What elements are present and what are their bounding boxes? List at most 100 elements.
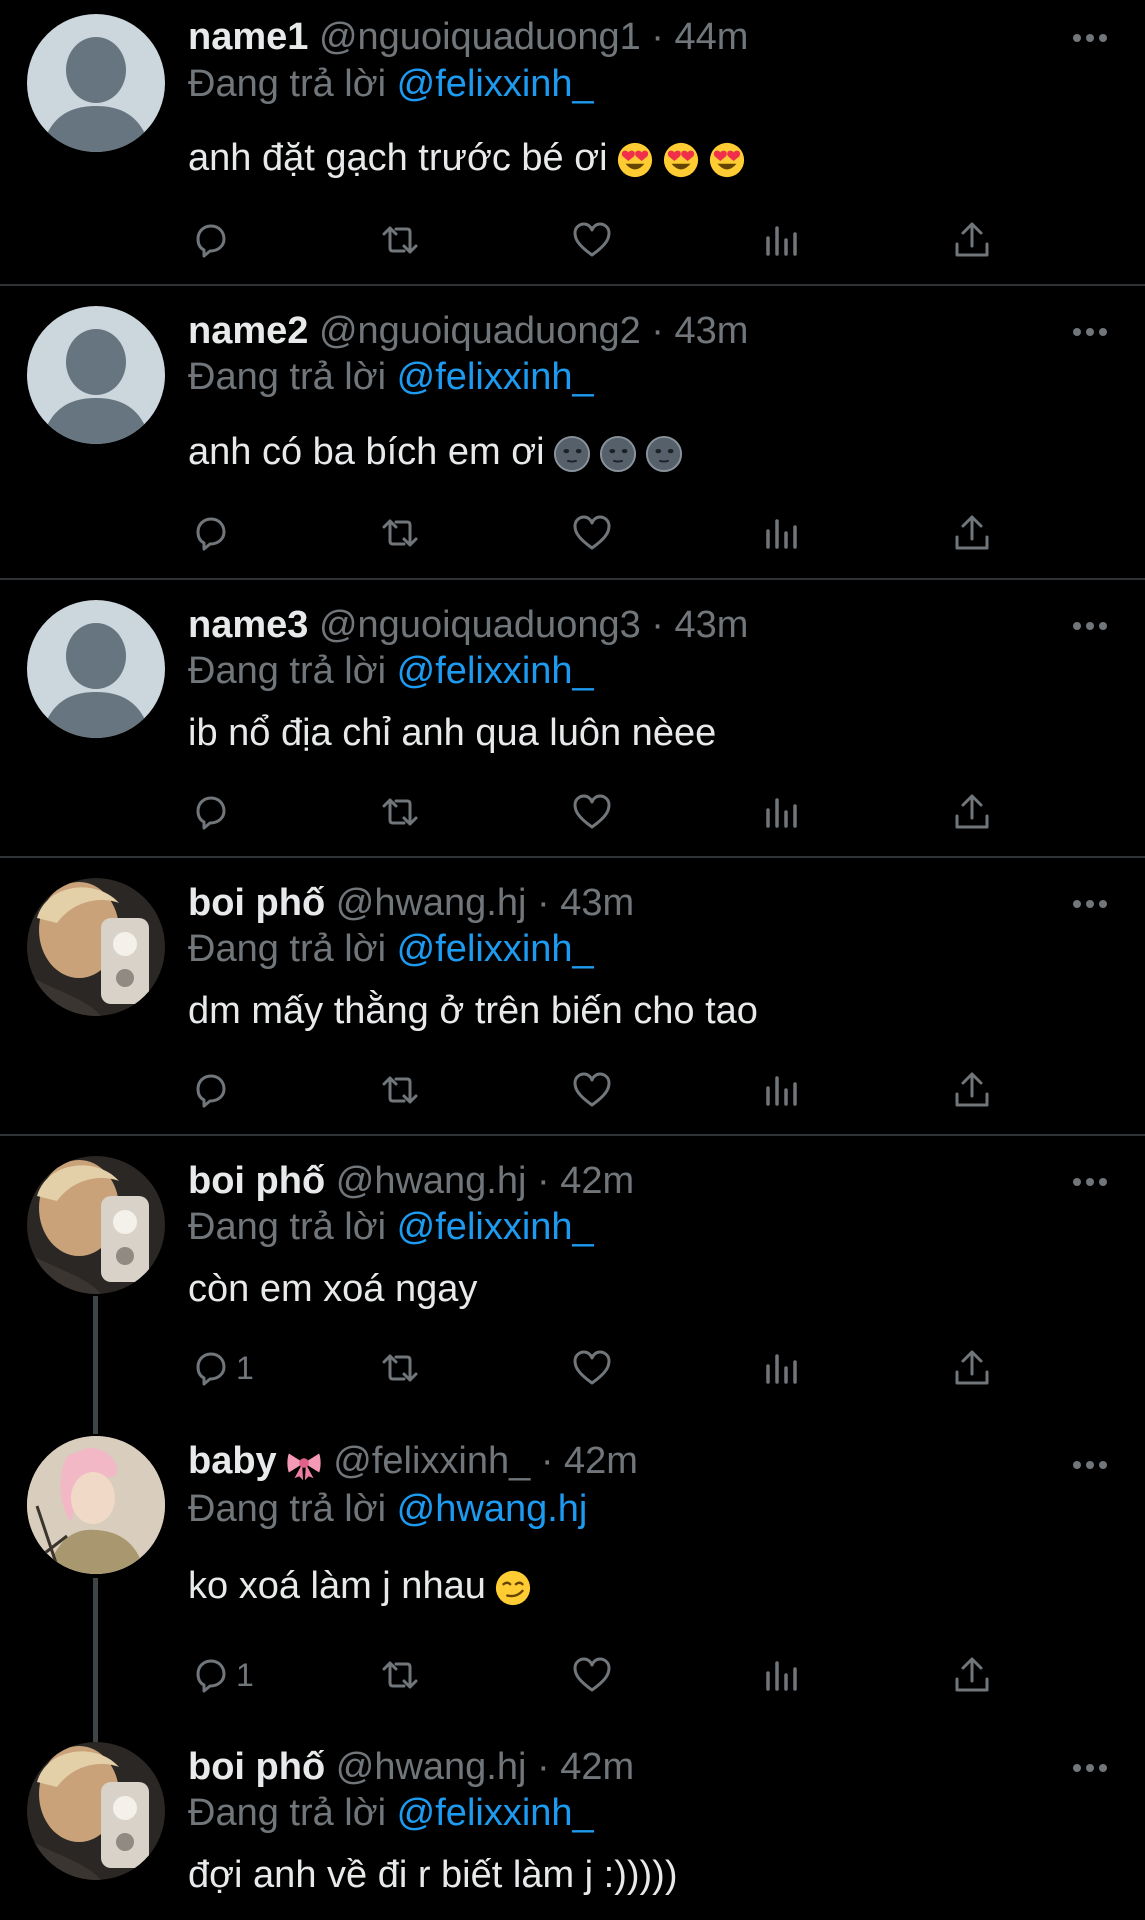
handle[interactable]: @hwang.hj <box>336 1160 527 1202</box>
handle[interactable]: @hwang.hj <box>336 1746 527 1788</box>
share-button[interactable] <box>950 215 994 265</box>
share-button[interactable] <box>950 1065 994 1115</box>
retweet-button[interactable] <box>378 215 422 265</box>
reply-button[interactable]: 1 <box>188 1343 254 1393</box>
timestamp[interactable]: · 44m <box>651 16 748 58</box>
retweet-button[interactable] <box>378 1343 422 1393</box>
display-name[interactable]: boi phố <box>188 882 325 924</box>
reply-button[interactable] <box>188 508 236 558</box>
timestamp[interactable]: · 42m <box>537 1746 634 1788</box>
mention-link[interactable]: @hwang.hj <box>397 1488 588 1530</box>
timestamp[interactable]: · 43m <box>651 310 748 352</box>
share-button[interactable] <box>950 1343 994 1393</box>
share-button[interactable] <box>950 508 994 558</box>
tweet[interactable]: boi phố @hwang.hj · 42m Đang trả lời @fe… <box>0 1732 1145 1920</box>
avatar[interactable] <box>27 1436 165 1574</box>
reply-button[interactable]: 1 <box>188 1650 254 1700</box>
views-icon <box>766 519 797 549</box>
like-button[interactable] <box>570 787 614 837</box>
more-options-icon[interactable] <box>1070 619 1110 633</box>
reply-icon <box>196 1352 226 1386</box>
share-button[interactable] <box>950 787 994 837</box>
like-button[interactable] <box>570 1065 614 1115</box>
like-button[interactable] <box>570 1650 614 1700</box>
mention-link[interactable]: @felixxinh_ <box>397 1206 594 1248</box>
tweet-header: boi phố @hwang.hj · 42m <box>188 1744 634 1790</box>
display-name[interactable]: boi phố <box>188 1160 325 1202</box>
more-options-icon[interactable] <box>1070 1458 1110 1472</box>
mention-link[interactable]: @felixxinh_ <box>397 928 594 970</box>
tweet-header: name2 @nguoiquaduong2 · 43m <box>188 308 748 354</box>
avatar[interactable] <box>27 306 165 444</box>
like-button[interactable] <box>570 508 614 558</box>
tweet-header: name1 @nguoiquaduong1 · 44m <box>188 14 748 60</box>
replying-to-label: Đang trả lời <box>188 63 387 105</box>
tweet-text-content: anh đặt gạch trước bé ơi <box>188 137 608 179</box>
avatar[interactable] <box>27 878 165 1016</box>
reply-button[interactable] <box>188 1065 236 1115</box>
tweet[interactable]: name2 @nguoiquaduong2 · 43m Đang trả lời… <box>0 286 1145 578</box>
handle[interactable]: @hwang.hj <box>336 882 527 924</box>
avatar[interactable] <box>27 1742 165 1880</box>
retweet-icon <box>382 226 418 254</box>
timestamp[interactable]: · 43m <box>651 604 748 646</box>
replying-to: Đang trả lời @felixxinh_ <box>188 926 594 972</box>
tweet[interactable]: name3 @nguoiquaduong3 · 43m Đang trả lời… <box>0 580 1145 856</box>
tweet-actions: 1 <box>188 1650 1008 1700</box>
retweet-button[interactable] <box>378 787 422 837</box>
reply-count: 1 <box>236 1349 254 1386</box>
views-icon <box>766 798 797 828</box>
timestamp[interactable]: · 42m <box>537 1160 634 1202</box>
more-options-icon[interactable] <box>1070 1761 1110 1775</box>
more-options-icon[interactable] <box>1070 1175 1110 1189</box>
views-button[interactable] <box>760 508 804 558</box>
like-button[interactable] <box>570 215 614 265</box>
reply-icon <box>196 1659 226 1693</box>
reply-button[interactable] <box>188 215 236 265</box>
avatar[interactable] <box>27 1156 165 1294</box>
mention-link[interactable]: @felixxinh_ <box>397 650 594 692</box>
reply-button[interactable] <box>188 787 236 837</box>
timestamp[interactable]: · 42m <box>541 1440 638 1482</box>
handle[interactable]: @felixxinh_ <box>333 1440 530 1482</box>
tweet[interactable]: boi phố @hwang.hj · 42m Đang trả lời @fe… <box>0 1136 1145 1432</box>
views-button[interactable] <box>760 1650 804 1700</box>
mention-link[interactable]: @felixxinh_ <box>397 1792 594 1834</box>
display-name[interactable]: name3 <box>188 604 308 646</box>
share-icon <box>955 222 989 257</box>
retweet-button[interactable] <box>378 1065 422 1115</box>
timestamp[interactable]: · 43m <box>537 882 634 924</box>
display-name[interactable]: name2 <box>188 310 308 352</box>
display-name[interactable]: boi phố <box>188 1746 325 1788</box>
handle[interactable]: @nguoiquaduong2 <box>319 310 641 352</box>
tweet[interactable]: baby @felixxinh_ · 42m Đang trả lời @hwa… <box>0 1432 1145 1732</box>
tweet-text: ib nổ địa chỉ anh qua luôn nèee <box>188 709 716 757</box>
new-moon-face-emoji <box>645 435 683 473</box>
views-button[interactable] <box>760 1065 804 1115</box>
replying-to: Đang trả lời @felixxinh_ <box>188 1790 594 1836</box>
more-options-icon[interactable] <box>1070 31 1110 45</box>
display-name[interactable]: baby <box>188 1440 277 1482</box>
tweet-header: boi phố @hwang.hj · 42m <box>188 1158 634 1204</box>
more-options-icon[interactable] <box>1070 897 1110 911</box>
views-button[interactable] <box>760 787 804 837</box>
like-button[interactable] <box>570 1343 614 1393</box>
avatar[interactable] <box>27 14 165 152</box>
views-button[interactable] <box>760 1343 804 1393</box>
more-options-icon[interactable] <box>1070 325 1110 339</box>
handle[interactable]: @nguoiquaduong3 <box>319 604 641 646</box>
tweet-text: ko xoá làm j nhau <box>188 1562 532 1610</box>
avatar[interactable] <box>27 600 165 738</box>
tweet[interactable]: name1 @nguoiquaduong1 · 44m Đang trả lời… <box>0 0 1145 284</box>
mention-link[interactable]: @felixxinh_ <box>397 356 594 398</box>
share-button[interactable] <box>950 1650 994 1700</box>
views-button[interactable] <box>760 215 804 265</box>
retweet-button[interactable] <box>378 508 422 558</box>
views-icon <box>766 1076 797 1106</box>
display-name[interactable]: name1 <box>188 16 308 58</box>
retweet-button[interactable] <box>378 1650 422 1700</box>
handle[interactable]: @nguoiquaduong1 <box>319 16 641 58</box>
mention-link[interactable]: @felixxinh_ <box>397 63 594 105</box>
heart-icon <box>573 515 611 550</box>
tweet[interactable]: boi phố @hwang.hj · 43m Đang trả lời @fe… <box>0 858 1145 1134</box>
